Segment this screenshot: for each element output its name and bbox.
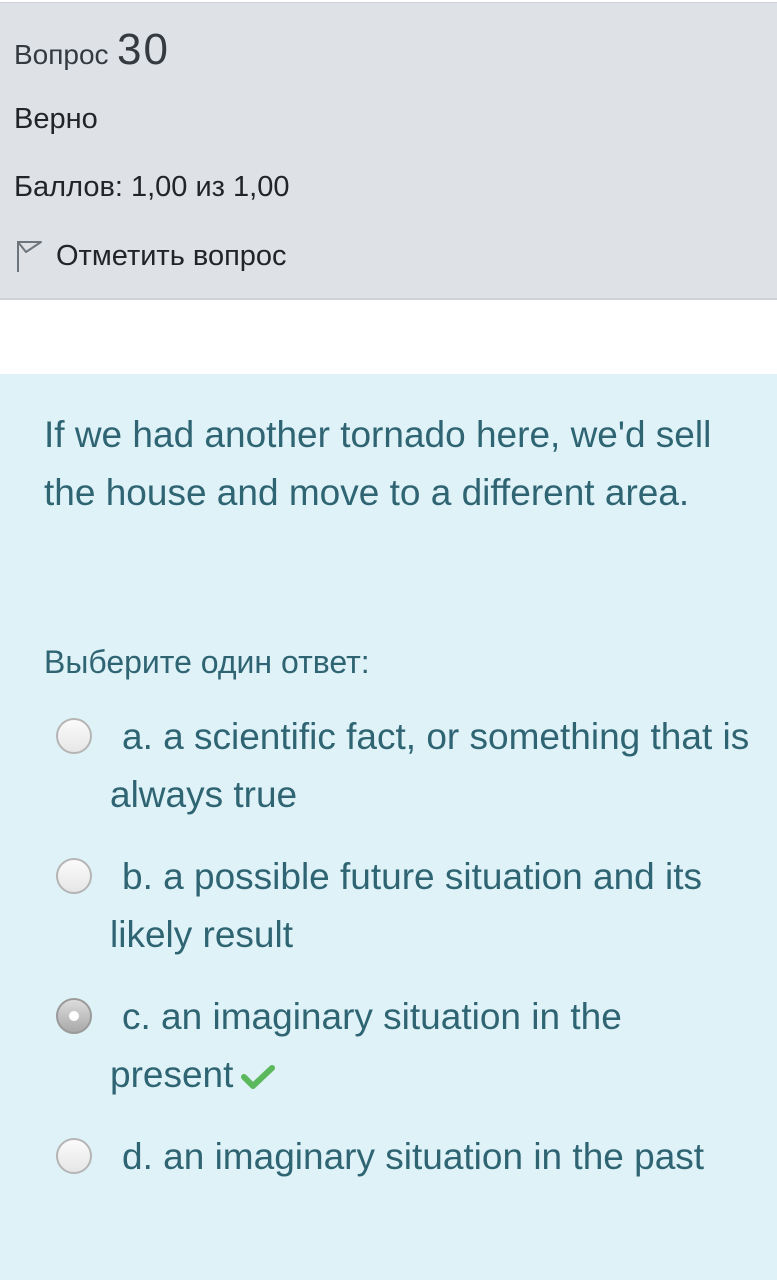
radio-button-b[interactable] xyxy=(56,858,92,894)
radio-button-a[interactable] xyxy=(56,718,92,754)
radio-button-c[interactable] xyxy=(56,998,92,1034)
answer-label-c-wrap[interactable]: c. an imaginary situation in the present xyxy=(110,988,750,1104)
question-info-panel: Вопрос 30 Верно Баллов: 1,00 из 1,00 Отм… xyxy=(0,2,777,300)
answer-list: a. a scientific fact, or something that … xyxy=(56,708,756,1268)
answer-label-a[interactable]: a. a scientific fact, or something that … xyxy=(110,708,750,824)
answer-option-a[interactable]: a. a scientific fact, or something that … xyxy=(56,708,756,848)
flag-question-link[interactable]: Отметить вопрос xyxy=(14,239,287,273)
question-text: If we had another tornado here, we'd sel… xyxy=(44,414,712,513)
answer-option-c[interactable]: c. an imaginary situation in the present xyxy=(56,988,756,1128)
question-content: If we had another tornado here, we'd sel… xyxy=(0,374,777,1280)
answer-option-b[interactable]: b. a possible future situation and its l… xyxy=(56,848,756,988)
answer-prompt: Выберите один ответ: xyxy=(44,644,370,680)
question-number-value: 30 xyxy=(117,25,170,74)
radio-button-d[interactable] xyxy=(56,1138,92,1174)
question-number: Вопрос 30 xyxy=(14,25,170,75)
flag-question-label: Отметить вопрос xyxy=(56,239,287,272)
checkmark-icon xyxy=(241,1065,276,1090)
question-grade: Баллов: 1,00 из 1,00 xyxy=(14,171,290,203)
question-number-label: Вопрос xyxy=(14,39,109,70)
answer-label-d[interactable]: d. an imaginary situation in the past xyxy=(110,1128,750,1186)
question-state: Верно xyxy=(14,103,98,135)
flag-icon xyxy=(17,241,42,272)
answer-option-d[interactable]: d. an imaginary situation in the past xyxy=(56,1128,756,1268)
answer-label-b[interactable]: b. a possible future situation and its l… xyxy=(110,848,750,964)
answer-label-c[interactable]: c. an imaginary situation in the present xyxy=(110,996,622,1095)
